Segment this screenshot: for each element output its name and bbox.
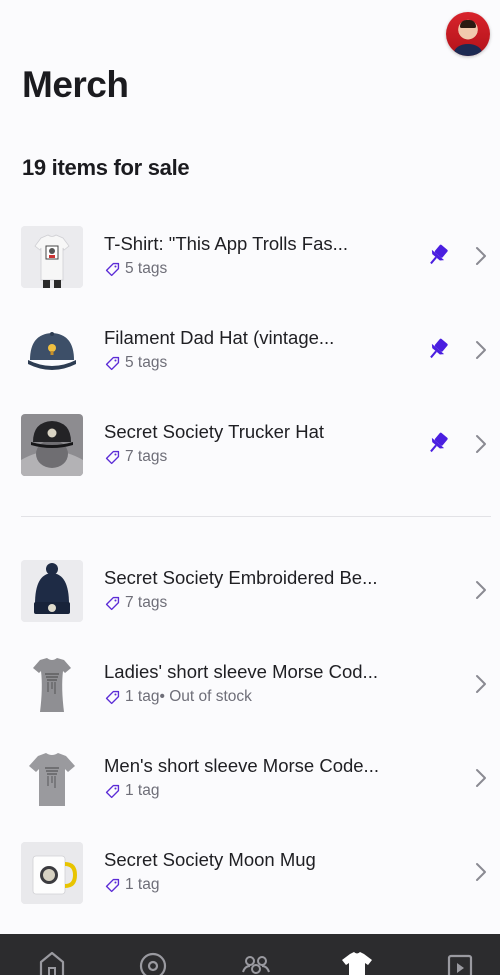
trucker-hat-thumbnail [21, 414, 83, 476]
pin-icon[interactable] [424, 241, 452, 269]
stock-status: • Out of stock [159, 688, 252, 705]
tag-count: 5 tags [125, 354, 168, 371]
beanie-thumbnail [21, 560, 83, 622]
pinned-items-list: T-Shirt: "This App Trolls Fas... 5 tags … [0, 211, 500, 493]
list-item[interactable]: Men's short sleeve Morse Code... 1 tag [0, 733, 500, 827]
item-name: Men's short sleeve Morse Code... [104, 755, 379, 776]
mug-thumbnail [21, 842, 83, 904]
tag-icon [105, 356, 120, 370]
item-name: Filament Dad Hat (vintage... [104, 327, 335, 348]
media-play-icon[interactable] [444, 948, 476, 975]
list-item[interactable]: Ladies' short sleeve Morse Cod... 1 tag … [0, 639, 500, 733]
items-count-heading: 19 items for sale [22, 155, 190, 180]
item-name: Secret Society Trucker Hat [104, 421, 325, 442]
tag-icon [105, 784, 120, 798]
chevron-right-icon[interactable] [472, 579, 490, 601]
chevron-right-icon[interactable] [472, 433, 490, 455]
ladies-tshirt-thumbnail [21, 654, 83, 716]
item-name: T-Shirt: "This App Trolls Fas... [104, 233, 349, 254]
bottom-tab-bar [0, 934, 500, 975]
list-item[interactable]: Secret Society Trucker Hat 7 tags [0, 399, 500, 493]
list-item[interactable]: Secret Society Embroidered Be... 7 tags [0, 545, 500, 639]
home-icon[interactable] [36, 948, 68, 975]
tag-icon [105, 690, 120, 704]
community-icon[interactable] [240, 948, 272, 975]
tag-icon [105, 450, 120, 464]
pin-icon[interactable] [424, 335, 452, 363]
tag-count: 7 tags [125, 594, 168, 611]
chevron-right-icon[interactable] [472, 245, 490, 267]
tag-icon [105, 596, 120, 610]
item-name: Secret Society Moon Mug [104, 849, 316, 870]
pin-icon[interactable] [424, 429, 452, 457]
list-item[interactable]: Secret Society Moon Mug 1 tag [0, 827, 500, 921]
tshirt-thumbnail [21, 226, 83, 288]
item-name: Secret Society Embroidered Be... [104, 567, 378, 588]
chevron-right-icon[interactable] [472, 339, 490, 361]
tag-icon [105, 878, 120, 892]
chevron-right-icon[interactable] [472, 861, 490, 883]
section-divider [21, 516, 491, 517]
tag-icon [105, 262, 120, 276]
item-name: Ladies' short sleeve Morse Cod... [104, 661, 378, 682]
discover-icon[interactable] [137, 948, 169, 975]
tag-count: 5 tags [125, 260, 168, 277]
list-item[interactable]: Filament Dad Hat (vintage... 5 tags [0, 305, 500, 399]
chevron-right-icon[interactable] [472, 673, 490, 695]
chevron-right-icon[interactable] [472, 767, 490, 789]
page-title: Merch [22, 64, 129, 105]
tag-count: 7 tags [125, 448, 168, 465]
dad-hat-thumbnail [21, 320, 83, 382]
mens-tshirt-thumbnail [21, 748, 83, 810]
avatar-hair [460, 20, 476, 28]
list-item[interactable]: T-Shirt: "This App Trolls Fas... 5 tags [0, 211, 500, 305]
tag-count: 1 tag [125, 876, 160, 893]
tag-count: 1 tag [125, 782, 160, 799]
avatar-shirt [454, 44, 482, 56]
items-list: Secret Society Embroidered Be... 7 tags … [0, 545, 500, 921]
merch-shirt-icon[interactable] [341, 948, 373, 975]
profile-avatar[interactable] [446, 12, 490, 56]
tag-count: 1 tag [125, 688, 160, 705]
